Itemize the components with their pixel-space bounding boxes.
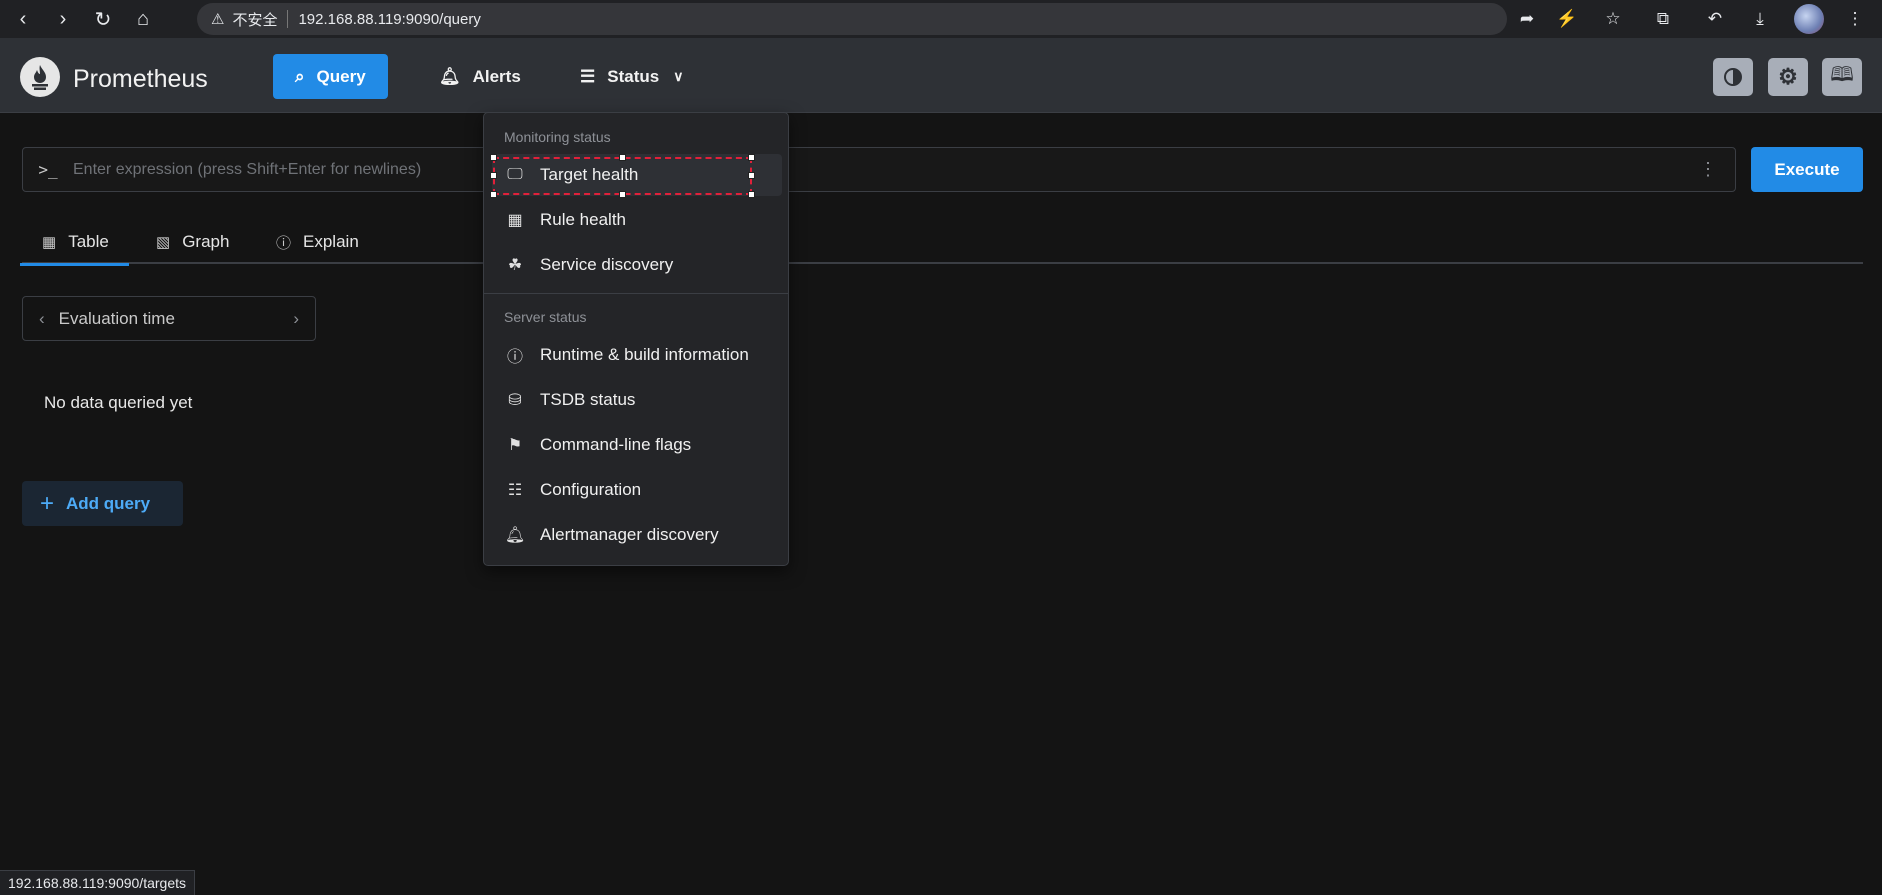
home-icon[interactable]: ⌂ — [126, 4, 160, 34]
info-icon: ⓘ — [276, 234, 292, 252]
tab-explain[interactable]: ⓘ Explain — [276, 222, 359, 262]
menu-item-runtime-build-info[interactable]: ⓘ Runtime & build information — [492, 334, 782, 376]
add-query-label: Add query — [66, 493, 151, 513]
bell-icon: 🔔︎ — [439, 66, 461, 86]
browser-toolbar: ‹ › ↻ ⌂ ⚠ 不安全 192.168.88.119:9090/query … — [0, 0, 1882, 38]
chart-icon: ▧ — [156, 234, 171, 251]
menu-icon[interactable]: ⋮ — [1840, 4, 1870, 34]
menu-item-label: Runtime & build information — [540, 345, 749, 364]
tab-table-label: Table — [68, 232, 109, 251]
star-icon[interactable]: ☆ — [1598, 4, 1628, 34]
server-status-heading: Server status — [504, 309, 587, 325]
bell-icon: 🔔︎ — [504, 527, 526, 544]
expression-input[interactable]: >_ Enter expression (press Shift+Enter f… — [22, 147, 1736, 192]
chevron-left-icon[interactable]: ‹ — [39, 309, 45, 329]
evaluation-time-label: Evaluation time — [58, 308, 175, 328]
avatar[interactable] — [1794, 4, 1824, 34]
tab-graph[interactable]: ▧ Graph — [156, 222, 229, 262]
url-text: 192.168.88.119:9090/query — [298, 10, 481, 28]
address-bar[interactable]: ⚠ 不安全 192.168.88.119:9090/query — [197, 3, 1507, 35]
plus-icon: + — [40, 489, 55, 517]
server-cog-icon: ☷ — [507, 482, 523, 499]
history-icon[interactable]: ↶ — [1700, 4, 1730, 34]
table-icon: ▦ — [42, 234, 57, 251]
nav-alerts-button[interactable]: 🔔︎ Alerts — [417, 54, 543, 99]
reload-icon[interactable]: ↻ — [86, 4, 120, 34]
database-icon: ⛁ — [508, 392, 522, 409]
chevron-down-icon: ∨ — [673, 68, 684, 84]
menu-item-command-line-flags[interactable]: ⚑ Command-line flags — [492, 424, 782, 466]
contrast-icon — [1724, 68, 1742, 86]
docs-button[interactable]: 🕮︎ — [1822, 58, 1862, 96]
app-header: Prometheus ⌕ Query 🔔︎ Alerts ☰ Status ∨ … — [0, 38, 1882, 113]
flag-icon: ⚑ — [507, 437, 523, 454]
menu-item-label: TSDB status — [540, 390, 636, 409]
table-icon: ▦ — [507, 212, 523, 229]
menu-item-tsdb-status[interactable]: ⛁ TSDB status — [492, 379, 782, 421]
nav-query-button[interactable]: ⌕ Query — [273, 54, 388, 99]
nav-alerts-label: Alerts — [472, 66, 521, 86]
menu-item-label: Rule health — [540, 210, 627, 229]
brand-title[interactable]: Prometheus — [73, 65, 208, 94]
gear-icon: ⚙ — [1778, 64, 1798, 89]
lightning-icon[interactable]: ⚡ — [1552, 4, 1582, 34]
menu-item-label: Command-line flags — [540, 435, 692, 454]
server-icon: ☰ — [580, 66, 596, 86]
share-icon[interactable]: ➦ — [1512, 4, 1542, 34]
add-query-button[interactable]: + Add query — [22, 481, 183, 526]
divider — [287, 10, 289, 28]
extensions-icon[interactable]: ⧉ — [1648, 4, 1678, 34]
menu-item-label: Service discovery — [540, 255, 674, 274]
info-icon: ⓘ — [506, 349, 523, 366]
expression-placeholder: Enter expression (press Shift+Enter for … — [73, 160, 422, 178]
nav-status-button[interactable]: ☰ Status ∨ — [558, 54, 705, 99]
book-icon: 🕮︎ — [1830, 64, 1854, 86]
query-tabs: ▦ Table ▧ Graph ⓘ Explain — [20, 222, 1863, 266]
menu-item-rule-health[interactable]: ▦ Rule health — [492, 199, 782, 241]
link-preview-statusbar: 192.168.88.119:9090/targets — [0, 870, 196, 895]
selection-highlight — [490, 154, 755, 198]
execute-button[interactable]: Execute — [1751, 147, 1863, 192]
more-options-icon[interactable]: ⋮ — [1699, 159, 1717, 180]
download-icon[interactable]: ⤓ — [1745, 4, 1775, 34]
sitemap-icon: ☘ — [507, 257, 523, 274]
prometheus-logo-icon[interactable] — [20, 57, 60, 97]
insecure-label: 不安全 — [232, 11, 278, 29]
menu-divider — [484, 293, 788, 294]
tab-table[interactable]: ▦ Table — [20, 222, 129, 266]
search-icon: ⌕ — [295, 66, 305, 86]
nav-query-label: Query — [316, 66, 366, 86]
monitoring-status-heading: Monitoring status — [504, 129, 611, 145]
no-data-message: No data queried yet — [44, 393, 193, 412]
chevron-right-icon[interactable]: › — [293, 309, 299, 329]
tab-explain-label: Explain — [303, 232, 359, 251]
menu-item-alertmanager-discovery[interactable]: 🔔︎ Alertmanager discovery — [492, 514, 782, 556]
warning-icon: ⚠ — [211, 11, 225, 28]
menu-item-configuration[interactable]: ☷ Configuration — [492, 469, 782, 511]
tab-graph-label: Graph — [182, 232, 230, 251]
menu-item-label: Alertmanager discovery — [540, 525, 719, 544]
menu-item-service-discovery[interactable]: ☘ Service discovery — [492, 244, 782, 286]
back-icon[interactable]: ‹ — [6, 4, 40, 34]
evaluation-time-picker[interactable]: ‹ Evaluation time › — [22, 296, 316, 341]
nav-status-label: Status — [607, 66, 660, 86]
terminal-prompt-icon: >_ — [38, 160, 58, 179]
forward-icon[interactable]: › — [46, 4, 80, 34]
theme-toggle-button[interactable] — [1713, 58, 1753, 96]
settings-button[interactable]: ⚙ — [1768, 58, 1808, 96]
menu-item-label: Configuration — [540, 480, 642, 499]
